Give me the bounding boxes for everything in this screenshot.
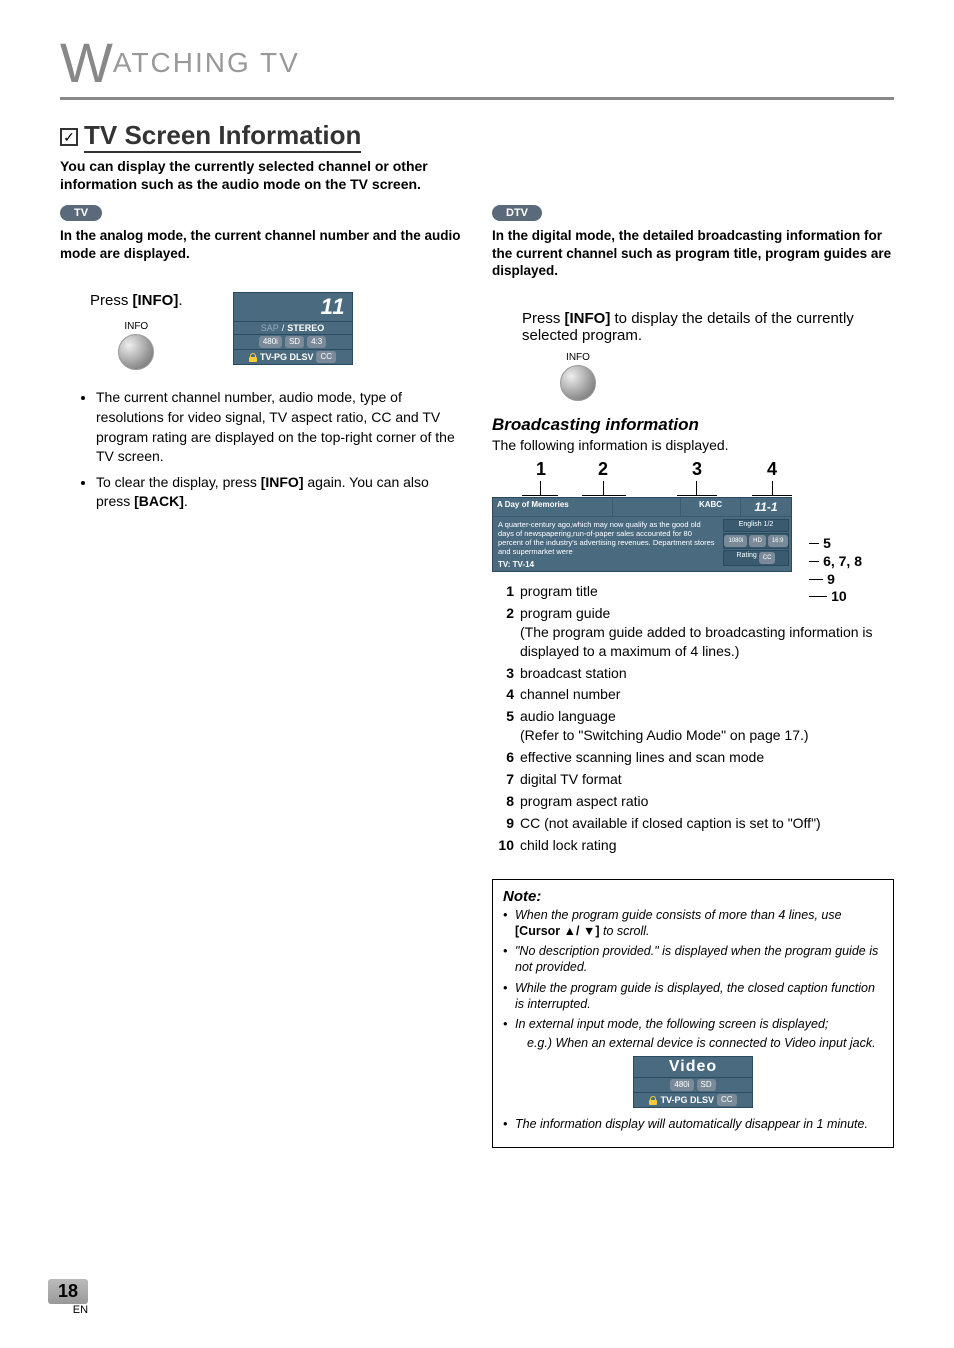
osd-analog-channel: 11 xyxy=(233,292,353,322)
list-item: broadcast station xyxy=(520,664,894,683)
section-title-row: ✓ TV Screen Information xyxy=(60,120,894,153)
osd-dtv-resrow: 1080i HD 16:9 xyxy=(723,533,789,549)
osd-analog-audio: SAP / STEREO xyxy=(233,322,353,335)
callout-1: 1 xyxy=(536,459,546,480)
note-item: The information display will automatical… xyxy=(503,1116,883,1132)
osd-analog-rating: TV-PG DLSV CC xyxy=(233,350,353,365)
header-title-initial: W xyxy=(60,31,113,94)
section-title: TV Screen Information xyxy=(84,120,361,153)
broadcasting-info-lead: The following information is displayed. xyxy=(492,437,894,453)
callouts-right: 5 6, 7, 8 9 10 xyxy=(809,535,862,606)
page-footer: 18 EN xyxy=(48,1279,88,1318)
header-title: WATCHING TV xyxy=(60,47,300,78)
tv-bullets: The current channel number, audio mode, … xyxy=(96,388,462,512)
broadcast-info-list: 1program title 2program guide(The progra… xyxy=(492,582,894,855)
info-button-icon-2 xyxy=(560,365,596,401)
tv-bullet-2: To clear the display, press [INFO] again… xyxy=(96,473,462,512)
list-item: channel number xyxy=(520,685,894,704)
osd-analog-res: 480i SD 4:3 xyxy=(233,335,353,350)
page-lang: EN xyxy=(48,1304,88,1316)
list-item: program aspect ratio xyxy=(520,792,894,811)
osd-dtv-desc: A quarter-century ago,which may now qual… xyxy=(493,517,721,571)
info-button-icon xyxy=(118,334,154,370)
osd-dtv-rating-line: TV: TV-14 xyxy=(498,560,716,570)
callout-9: 9 xyxy=(827,571,835,588)
callout-4: 4 xyxy=(767,459,777,480)
callout-10: 10 xyxy=(831,588,847,605)
dtv-press-info: Press [INFO] to display the details of t… xyxy=(522,310,894,344)
note-item: In external input mode, the following sc… xyxy=(503,1016,883,1032)
osd-analog: 11 SAP / STEREO 480i SD 4:3 TV-PG DLSV C… xyxy=(233,292,353,365)
callout-678: 6, 7, 8 xyxy=(823,553,862,570)
osd-dtv-station: KABC xyxy=(681,498,741,516)
note-eg: e.g.) When an external device is connect… xyxy=(527,1036,883,1050)
osd-dtv-ratingrow: Rating CC xyxy=(723,550,789,566)
osd-dtv-side: English 1/2 1080i HD 16:9 Rating CC xyxy=(721,517,791,571)
list-item: program guide(The program guide added to… xyxy=(520,604,894,661)
osd-dtv-channel: 11-1 xyxy=(741,498,791,516)
note-box: Note: When the program guide consists of… xyxy=(492,879,894,1148)
list-item: CC (not available if closed caption is s… xyxy=(520,814,894,833)
list-item: digital TV format xyxy=(520,770,894,789)
list-item: child lock rating xyxy=(520,836,894,855)
osd-dtv-title: A Day of Memories xyxy=(493,498,613,516)
note-item: While the program guide is displayed, th… xyxy=(503,980,883,1013)
press-info-text: Press [INFO]. xyxy=(90,292,183,309)
lock-icon xyxy=(649,1096,657,1105)
list-item: effective scanning lines and scan mode xyxy=(520,748,894,767)
column-tv: TV In the analog mode, the current chann… xyxy=(60,203,462,1147)
list-item: audio language(Refer to "Switching Audio… xyxy=(520,707,894,745)
osd-dtv: A Day of Memories KABC 11-1 A quarter-ce… xyxy=(492,497,792,572)
page-number: 18 xyxy=(48,1279,88,1304)
callout-3: 3 xyxy=(692,459,702,480)
note-item: "No description provided." is displayed … xyxy=(503,943,883,976)
broadcasting-info-heading: Broadcasting information xyxy=(492,415,894,435)
info-button-label: INFO xyxy=(90,321,183,332)
callout-5: 5 xyxy=(823,535,831,552)
info-button-label-2: INFO xyxy=(558,352,598,363)
note-item: When the program guide consists of more … xyxy=(503,907,883,940)
osd-dtv-diagram: 1 2 3 4 A Day of Memories KABC xyxy=(492,459,862,572)
note-title: Note: xyxy=(503,888,883,905)
osd-video-label: Video xyxy=(633,1056,753,1078)
dtv-lead: In the digital mode, the detailed broadc… xyxy=(492,227,894,280)
tv-lead: In the analog mode, the current channel … xyxy=(60,227,462,262)
osd-video: Video 480i SD TV-PG DLSV CC xyxy=(633,1056,753,1108)
header-title-rest: ATCHING TV xyxy=(113,47,300,78)
page-header: WATCHING TV xyxy=(60,30,894,100)
tv-bullet-1: The current channel number, audio mode, … xyxy=(96,388,462,466)
dtv-pill: DTV xyxy=(492,205,542,221)
column-dtv: DTV In the digital mode, the detailed br… xyxy=(492,203,894,1147)
callout-2: 2 xyxy=(598,459,608,480)
lock-icon xyxy=(249,353,257,362)
tv-pill: TV xyxy=(60,205,102,221)
checkbox-icon: ✓ xyxy=(60,128,78,146)
osd-dtv-lang: English 1/2 xyxy=(723,519,789,531)
section-intro: You can display the currently selected c… xyxy=(60,157,480,193)
